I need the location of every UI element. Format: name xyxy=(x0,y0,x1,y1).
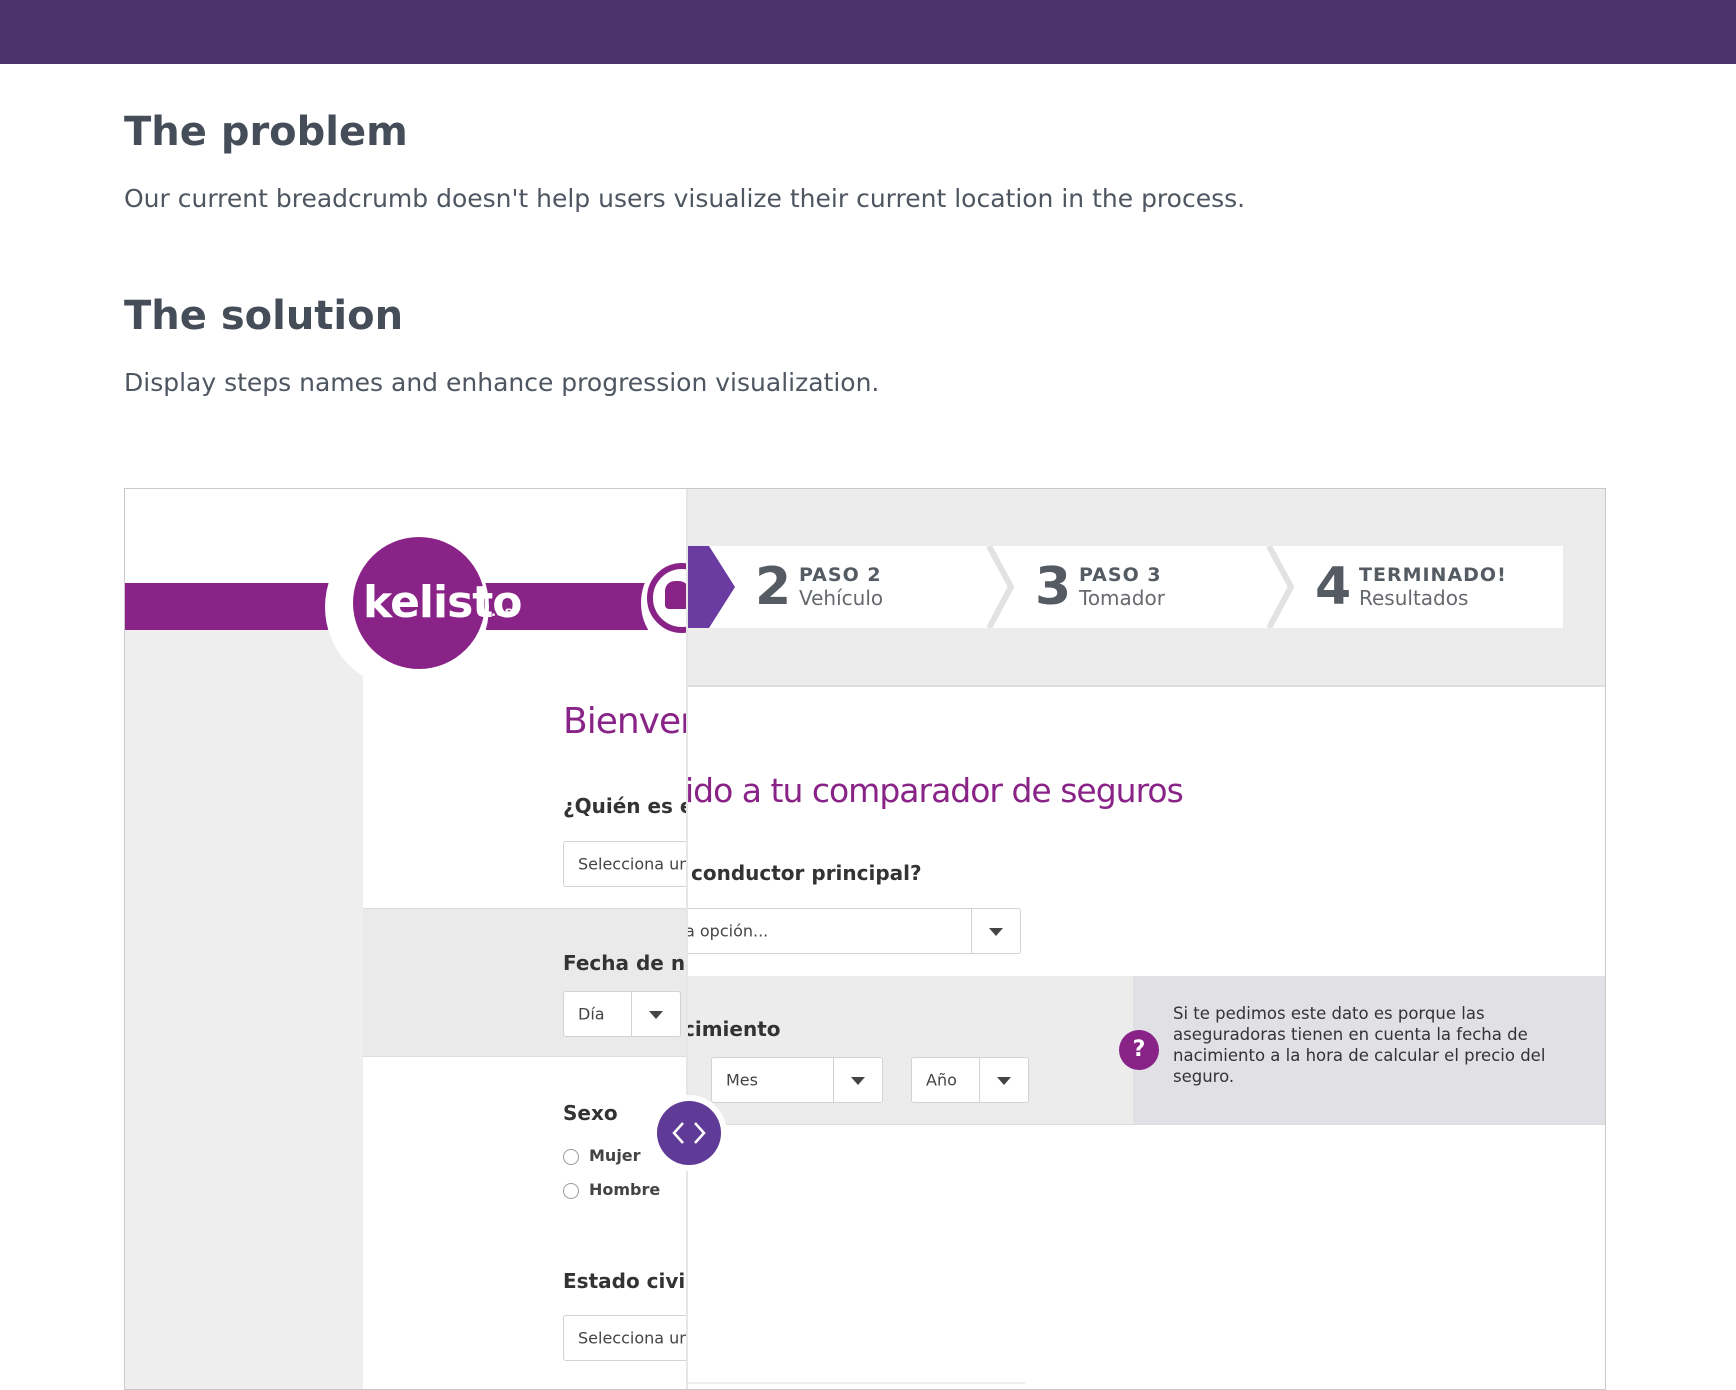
radio-hombre[interactable] xyxy=(563,1183,579,1199)
user-icon xyxy=(665,581,687,609)
old-civil-select[interactable]: Selecciona una xyxy=(563,1315,687,1361)
new-welcome-title: ido a tu comparador de seguros xyxy=(687,771,1184,810)
old-driver-question: ¿Quién es el xyxy=(563,794,687,818)
breadcrumb-step[interactable]: 3 PASO 3 Tomador xyxy=(1035,546,1255,628)
breadcrumb-step[interactable]: 4 TERMINADO! Resultados xyxy=(1315,546,1555,628)
step-subtitle: Vehículo xyxy=(799,586,884,610)
compare-handle[interactable] xyxy=(657,1101,721,1165)
question-icon[interactable]: ? xyxy=(1119,1030,1159,1070)
step-subtitle: Tomador xyxy=(1079,586,1165,610)
step-number: 4 xyxy=(1315,557,1352,617)
logo-suffix: .es xyxy=(491,605,513,620)
step-title: PASO 3 xyxy=(1079,564,1162,586)
chevron-down-icon xyxy=(997,1077,1011,1085)
year-select[interactable]: Año xyxy=(911,1057,1029,1103)
old-sex-label: Sexo xyxy=(563,1101,618,1125)
breadcrumb: 2 PASO 2 Vehículo 3 PASO 3 Tomador 4 TER… xyxy=(687,546,1563,628)
solution-heading: The solution xyxy=(124,293,404,339)
old-driver-select[interactable]: Selecciona una xyxy=(563,841,687,887)
old-birthdate-label: Fecha de na xyxy=(563,951,687,975)
compare-split-line xyxy=(686,489,688,1389)
before-after-comparison: kelisto .es Bienver ¿Quién es el Selecci… xyxy=(124,488,1606,1390)
chevron-down-icon xyxy=(989,928,1003,936)
current-step-arrow xyxy=(687,546,735,628)
old-civil-label: Estado civil xyxy=(563,1269,687,1293)
radio-mujer-label: Mujer xyxy=(589,1146,641,1165)
step-title: PASO 2 xyxy=(799,564,882,586)
step-separator xyxy=(986,546,1015,628)
chevron-down-icon xyxy=(851,1077,865,1085)
new-driver-select[interactable]: a opción... xyxy=(687,908,1021,954)
old-design-panel: kelisto .es Bienver ¿Quién es el Selecci… xyxy=(125,489,687,1389)
chevron-left-right-icon xyxy=(672,1122,706,1144)
help-text: Si te pedimos este dato es porque las as… xyxy=(1173,1004,1546,1086)
old-day-select[interactable]: Día xyxy=(563,991,681,1037)
solution-text: Display steps names and enhance progress… xyxy=(124,368,880,397)
step-number: 2 xyxy=(755,557,792,617)
new-design-panel: 2 PASO 2 Vehículo 3 PASO 3 Tomador 4 TER… xyxy=(687,489,1605,1389)
radio-mujer[interactable] xyxy=(563,1149,579,1165)
old-side-column xyxy=(125,629,363,1389)
problem-heading: The problem xyxy=(124,109,408,155)
old-step-badge xyxy=(641,557,687,649)
month-select[interactable]: Mes xyxy=(711,1057,883,1103)
new-driver-question: conductor principal? xyxy=(691,861,922,885)
radio-hombre-label: Hombre xyxy=(589,1180,661,1199)
chevron-down-icon xyxy=(649,1011,663,1019)
new-bottom-divider xyxy=(687,1382,1025,1384)
step-separator xyxy=(1266,546,1295,628)
step-number: 3 xyxy=(1035,557,1072,617)
old-welcome-title: Bienver xyxy=(563,701,687,742)
logo-text: kelisto xyxy=(363,577,523,628)
step-title: TERMINADO! xyxy=(1359,564,1507,586)
step-subtitle: Resultados xyxy=(1359,586,1469,610)
top-bar xyxy=(0,0,1736,64)
new-birthdate-label: cimiento xyxy=(687,1017,781,1041)
problem-text: Our current breadcrumb doesn't help user… xyxy=(124,184,1246,213)
breadcrumb-step[interactable]: 2 PASO 2 Vehículo xyxy=(755,546,975,628)
